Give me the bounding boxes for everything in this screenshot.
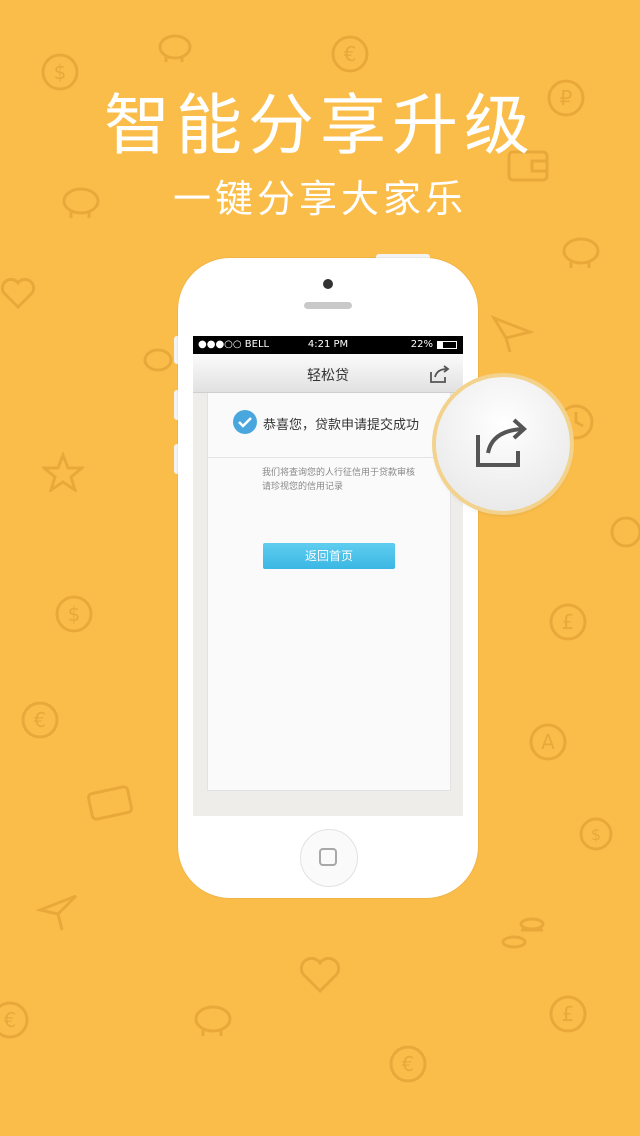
piggy-bank-icon — [190, 1000, 236, 1038]
paper-plane-icon — [36, 892, 80, 934]
note-line-1: 我们将查询您的人行征信用于贷款审核 — [262, 468, 416, 478]
speaker — [304, 302, 352, 309]
home-button[interactable] — [300, 829, 358, 887]
nav-bar: 轻松贷 — [193, 354, 463, 393]
svg-text:€: € — [34, 708, 47, 732]
subheadline: 一键分享大家乐 — [172, 177, 467, 221]
svg-text:£: £ — [562, 610, 575, 634]
share-icon[interactable] — [429, 364, 451, 388]
home-button-icon — [319, 848, 337, 866]
camera — [323, 279, 333, 289]
success-row: 恭喜您，贷款申请提交成功 — [208, 393, 450, 458]
euro-icon: € — [388, 1044, 428, 1084]
note-line-2: 请珍视您的信用记录 — [262, 482, 344, 492]
heart-icon — [0, 276, 36, 310]
share-icon — [476, 418, 527, 467]
headline: 智能分享升级 — [104, 87, 536, 164]
euro-icon: € — [0, 1000, 30, 1040]
star-icon — [42, 452, 84, 492]
svg-text:£: £ — [562, 1002, 575, 1026]
credit-note: 我们将查询您的人行征信用于贷款审核 请珍视您的信用记录 — [262, 466, 442, 494]
svg-text:€: € — [344, 42, 357, 66]
euro-icon: € — [330, 34, 370, 74]
svg-text:$: $ — [68, 602, 81, 626]
heart-icon — [298, 956, 342, 994]
battery-icon — [437, 341, 457, 349]
result-card: 恭喜您，贷款申请提交成功 我们将查询您的人行征信用于贷款审核 请珍视您的信用记录… — [207, 393, 451, 791]
paper-plane-icon — [490, 312, 534, 354]
success-message: 恭喜您，贷款申请提交成功 — [263, 418, 420, 433]
check-icon — [233, 410, 257, 434]
svg-text:€: € — [4, 1008, 17, 1032]
money-bag-icon: $ — [574, 806, 618, 852]
svg-text:€: € — [402, 1052, 415, 1076]
a-icon: A — [528, 722, 568, 762]
svg-text:A: A — [541, 730, 555, 754]
dollar-icon: $ — [54, 594, 94, 634]
credit-card-icon — [86, 782, 134, 822]
coins-icon — [500, 912, 548, 956]
pound-icon: £ — [548, 602, 588, 642]
phone-screen: ●●●○○ BELL 4:21 PM 22% 轻松贷 恭喜您，贷款申请提交成功 … — [193, 336, 463, 816]
piggy-bank-icon — [140, 344, 176, 376]
pound-icon: £ — [548, 994, 588, 1034]
page-title: 轻松贷 — [307, 368, 349, 384]
piggy-bank-icon — [558, 232, 604, 270]
return-home-button[interactable]: 返回首页 — [263, 543, 395, 569]
svg-text:$: $ — [591, 825, 601, 844]
share-bubble-button[interactable] — [436, 377, 570, 511]
battery-percent: 22% — [410, 339, 433, 350]
status-bar: ●●●○○ BELL 4:21 PM 22% — [193, 336, 463, 354]
piggy-bank-icon — [154, 30, 196, 64]
money-bag-icon — [606, 508, 640, 548]
euro-icon: € — [20, 700, 60, 740]
